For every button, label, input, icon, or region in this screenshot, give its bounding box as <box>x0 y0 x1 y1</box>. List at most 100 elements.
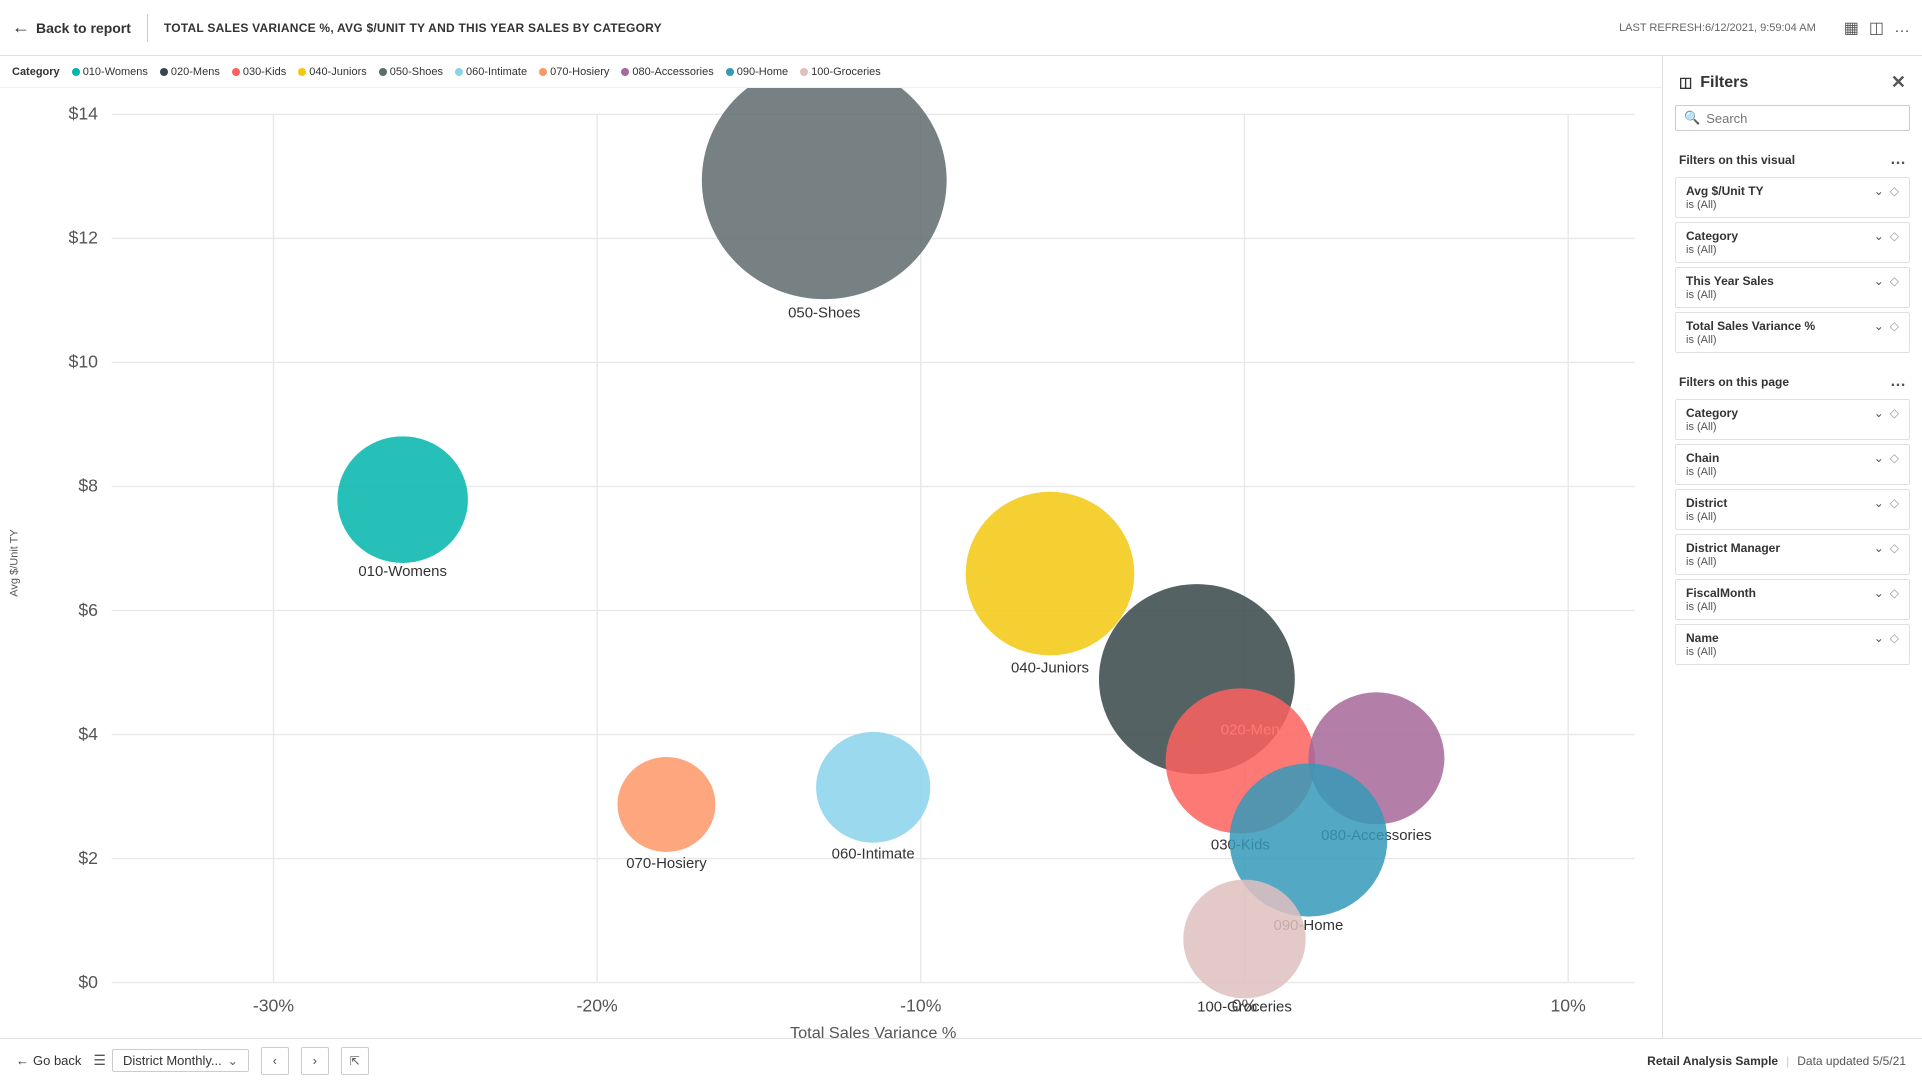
page-filter-item-5[interactable]: Name ⌄ ◇ is (All) <box>1675 624 1910 665</box>
legend-item-070-Hosiery[interactable]: 070-Hosiery <box>539 66 609 78</box>
filter-clear-icon[interactable]: ◇ <box>1890 406 1899 420</box>
topbar-divider <box>147 14 148 42</box>
filter-chevron-icon: ⌄ <box>1874 229 1884 243</box>
svg-text:100-Groceries: 100-Groceries <box>1197 1000 1292 1016</box>
page-filter-item-4[interactable]: FiscalMonth ⌄ ◇ is (All) <box>1675 579 1910 620</box>
filter-clear-icon[interactable]: ◇ <box>1890 541 1899 555</box>
visual-filter-item-0[interactable]: Avg $/Unit TY ⌄ ◇ is (All) <box>1675 177 1910 218</box>
bubble-040-juniors[interactable] <box>966 492 1135 656</box>
bubble-070-hosiery[interactable] <box>618 757 716 852</box>
legend-item-060-Intimate[interactable]: 060-Intimate <box>455 66 527 78</box>
filters-visual-more-icon[interactable]: … <box>1890 151 1906 169</box>
page-filter-item-0[interactable]: Category ⌄ ◇ is (All) <box>1675 399 1910 440</box>
nav-next-button[interactable]: › <box>301 1047 329 1075</box>
filter-clear-icon[interactable]: ◇ <box>1890 274 1899 288</box>
filter-clear-icon[interactable]: ◇ <box>1890 319 1899 333</box>
filter-search-input[interactable] <box>1706 111 1901 126</box>
legend-item-010-Womens[interactable]: 010-Womens <box>72 66 148 78</box>
data-updated-label: Data updated 5/5/21 <box>1797 1054 1906 1068</box>
search-box[interactable]: 🔍 <box>1675 105 1910 131</box>
filters-on-page-header: Filters on this page … <box>1663 365 1922 395</box>
chart-area: Category 010-Womens 020-Mens 030-Kids 040-J… <box>0 56 1662 1038</box>
page-filter-item-1[interactable]: Chain ⌄ ◇ is (All) <box>1675 444 1910 485</box>
svg-text:Total Sales Variance %: Total Sales Variance % <box>790 1024 956 1038</box>
visual-filters-list: Avg $/Unit TY ⌄ ◇ is (All) Category ⌄ ◇ … <box>1663 173 1922 357</box>
svg-text:10%: 10% <box>1550 996 1585 1016</box>
bubble-060-intimate[interactable] <box>816 732 930 843</box>
svg-text:040-Juniors: 040-Juniors <box>1011 661 1089 677</box>
legend-item-020-Mens[interactable]: 020-Mens <box>160 66 220 78</box>
topbar: ← Back to report TOTAL SALES VARIANCE %,… <box>0 0 1922 56</box>
filter-chevron-icon: ⌄ <box>1874 274 1884 288</box>
filters-panel: ◫ Filters ✕ 🔍 Filters on this visual … A… <box>1662 56 1922 1038</box>
page-filter-item-3[interactable]: District Manager ⌄ ◇ is (All) <box>1675 534 1910 575</box>
go-back-button[interactable]: ← Go back <box>16 1053 81 1068</box>
filter-clear-icon[interactable]: ◇ <box>1890 586 1899 600</box>
topbar-icons: ▦ ◫ … <box>1844 18 1910 38</box>
visual-filter-item-3[interactable]: Total Sales Variance % ⌄ ◇ is (All) <box>1675 312 1910 353</box>
go-back-label: Go back <box>33 1053 81 1068</box>
filter-icon-top[interactable]: ◫ <box>1869 18 1884 38</box>
bottombar: ← Go back ☰ District Monthly... ⌄ ‹ › ⇱ … <box>0 1038 1922 1082</box>
bubble-050-shoes[interactable] <box>702 88 947 299</box>
filters-title: ◫ Filters <box>1679 74 1748 92</box>
svg-text:$8: $8 <box>78 476 98 496</box>
legend-item-040-Juniors[interactable]: 040-Juniors <box>298 66 366 78</box>
svg-text:$10: $10 <box>69 352 98 372</box>
filter-funnel-icon: ◫ <box>1679 74 1692 91</box>
legend-item-050-Shoes[interactable]: 050-Shoes <box>379 66 443 78</box>
filter-chevron-icon: ⌄ <box>1874 184 1884 198</box>
filter-clear-icon[interactable]: ◇ <box>1890 229 1899 243</box>
page-filter-item-2[interactable]: District ⌄ ◇ is (All) <box>1675 489 1910 530</box>
bottombar-left: ← Go back ☰ District Monthly... ⌄ ‹ › ⇱ <box>16 1047 369 1075</box>
search-icon: 🔍 <box>1684 110 1700 126</box>
filters-page-more-icon[interactable]: … <box>1890 373 1906 391</box>
filter-chevron-icon: ⌄ <box>1874 451 1884 465</box>
copy-icon[interactable]: ▦ <box>1844 18 1859 38</box>
tab-chevron-icon: ⌄ <box>228 1054 238 1068</box>
bubble-100-groceries[interactable] <box>1183 880 1305 999</box>
bottombar-separator: | <box>1786 1054 1789 1068</box>
expand-button[interactable]: ⇱ <box>341 1047 369 1075</box>
chart-wrapper: Avg $/Unit TY .grid-line { stroke: #e8e8… <box>0 88 1662 1038</box>
svg-text:-20%: -20% <box>576 996 617 1016</box>
svg-text:070-Hosiery: 070-Hosiery <box>626 856 707 872</box>
nav-previous-button[interactable]: ‹ <box>261 1047 289 1075</box>
legend-item-030-Kids[interactable]: 030-Kids <box>232 66 286 78</box>
svg-text:$6: $6 <box>78 600 98 620</box>
visual-filter-item-2[interactable]: This Year Sales ⌄ ◇ is (All) <box>1675 267 1910 308</box>
svg-text:-30%: -30% <box>253 996 294 1016</box>
y-axis-label: Avg $/Unit TY <box>9 529 21 596</box>
legend-item-100-Groceries[interactable]: 100-Groceries <box>800 66 881 78</box>
filters-header: ◫ Filters ✕ <box>1663 56 1922 105</box>
page-tab[interactable]: District Monthly... ⌄ <box>112 1049 249 1072</box>
back-arrow-icon: ← <box>12 17 30 38</box>
filters-close-icon[interactable]: ✕ <box>1891 72 1906 93</box>
svg-text:$4: $4 <box>78 724 98 744</box>
bubble-010-womens[interactable] <box>337 436 468 563</box>
chart-svg: .grid-line { stroke: #e8e8e8; stroke-wid… <box>30 88 1662 1038</box>
filter-chevron-icon: ⌄ <box>1874 496 1884 510</box>
filters-on-visual-label: Filters on this visual <box>1679 153 1795 167</box>
page-tab-label-text: District Monthly... <box>123 1053 222 1068</box>
filter-clear-icon[interactable]: ◇ <box>1890 631 1899 645</box>
filter-clear-icon[interactable]: ◇ <box>1890 184 1899 198</box>
filter-chevron-icon: ⌄ <box>1874 319 1884 333</box>
svg-text:010-Womens: 010-Womens <box>358 564 447 580</box>
tab-lines-icon: ☰ <box>93 1052 106 1069</box>
legend-category-label: Category <box>12 66 60 78</box>
bottombar-right: Retail Analysis Sample | Data updated 5/… <box>1647 1054 1906 1068</box>
filter-clear-icon[interactable]: ◇ <box>1890 496 1899 510</box>
more-options-icon[interactable]: … <box>1894 19 1910 37</box>
last-refresh-label: LAST REFRESH:6/12/2021, 9:59:04 AM <box>1619 22 1816 34</box>
visual-filter-item-1[interactable]: Category ⌄ ◇ is (All) <box>1675 222 1910 263</box>
filters-on-visual-header: Filters on this visual … <box>1663 143 1922 173</box>
filter-chevron-icon: ⌄ <box>1874 586 1884 600</box>
svg-text:060-Intimate: 060-Intimate <box>832 847 915 863</box>
filter-clear-icon[interactable]: ◇ <box>1890 451 1899 465</box>
legend-item-090-Home[interactable]: 090-Home <box>726 66 788 78</box>
go-back-arrow-icon: ← <box>16 1053 29 1068</box>
back-button[interactable]: ← Back to report <box>12 17 131 38</box>
legend-item-080-Accessories[interactable]: 080-Accessories <box>621 66 713 78</box>
svg-text:$14: $14 <box>69 104 99 124</box>
